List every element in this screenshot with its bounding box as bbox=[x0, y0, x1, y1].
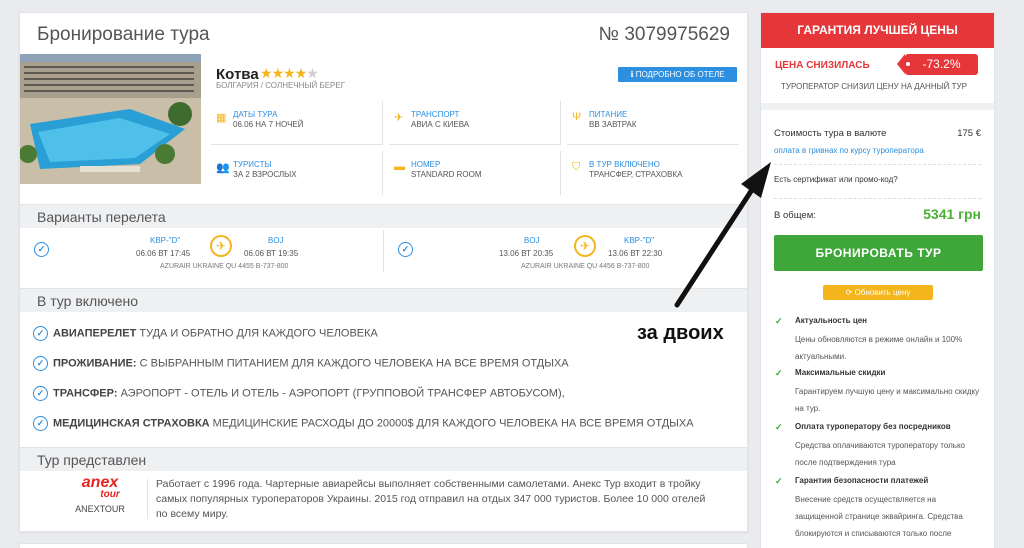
tag-dot-icon bbox=[906, 62, 910, 66]
check-icon: ✓ bbox=[775, 476, 783, 486]
star-filled-icon: ★ bbox=[283, 65, 296, 81]
people-icon: 👥 bbox=[216, 162, 230, 174]
food-icon: Ψ bbox=[572, 111, 582, 123]
hotel-location: БОЛГАРИЯ / СОЛНЕЧНЫЙ БЕРЕГ bbox=[216, 81, 346, 90]
hotel-details-button[interactable]: ℹ ПОДРОБНО ОБ ОТЕЛЕ bbox=[618, 67, 737, 82]
divider bbox=[761, 103, 994, 110]
annotation-text: за двоих bbox=[637, 322, 724, 344]
hotel-details-label: ПОДРОБНО ОБ ОТЕЛЕ bbox=[635, 70, 725, 79]
discount-badge: -73.2% bbox=[897, 54, 978, 75]
hotel-stars: ★★★★★ bbox=[260, 65, 319, 82]
cost-label: Стоимость тура в валюте bbox=[774, 128, 887, 139]
anextour-logo[interactable]: anex tour ANEXTOUR bbox=[50, 475, 150, 518]
next-panel-edge bbox=[19, 543, 748, 548]
uah-payment-link[interactable]: оплата в гривнах по курсу туроператора bbox=[774, 146, 924, 155]
plane-icon: ✈ bbox=[394, 112, 404, 124]
promo-code-link[interactable]: Есть сертификат или промо-код? bbox=[774, 175, 898, 184]
refresh-icon: ⟳ bbox=[845, 288, 853, 297]
total-label: В общем: bbox=[774, 210, 816, 221]
plane-icon: ✈ bbox=[574, 235, 596, 257]
star-filled-icon: ★ bbox=[271, 65, 285, 81]
bed-icon: ▬ bbox=[394, 161, 405, 173]
included-item: ✓ ПРОЖИВАНИЕ: С ВЫБРАННЫМ ПИТАНИЕМ ДЛЯ КА… bbox=[33, 356, 569, 371]
included-item: ✓ ТРАНСФЕР: АЭРОПОРТ - ОТЕЛЬ И ОТЕЛЬ - АЭ… bbox=[33, 386, 565, 401]
refresh-price-button[interactable]: ⟳ Обновить цену bbox=[823, 285, 933, 300]
check-icon[interactable]: ✓ bbox=[398, 242, 413, 257]
check-icon: ✓ bbox=[775, 316, 783, 326]
hotel-photo[interactable] bbox=[20, 54, 201, 184]
flights-section-header: Варианты перелета bbox=[20, 204, 747, 228]
operator-name: ANEXTOUR bbox=[75, 504, 125, 514]
calendar-icon: ▦ bbox=[216, 112, 227, 124]
annotation-arrow-icon bbox=[674, 162, 771, 308]
included-item: ✓ АВИАПЕРЕЛЕТ ТУДА И ОБРАТНО ДЛЯ КАЖДОГО … bbox=[33, 326, 378, 341]
info-cell-food: Ψ ПИТАНИЕ BB ЗАВТРАК bbox=[567, 101, 739, 145]
check-icon: ✓ bbox=[33, 326, 48, 341]
page-title: Бронирование тура bbox=[37, 24, 210, 45]
total-price: 5341 грн bbox=[923, 206, 981, 222]
divider bbox=[147, 479, 148, 519]
check-icon[interactable]: ✓ bbox=[34, 242, 49, 257]
booking-header: Бронирование тура № 3079975629 bbox=[20, 13, 747, 59]
star-filled-icon: ★ bbox=[260, 65, 273, 81]
tour-info-grid: ▦ ДАТЫ ТУРА 06.06 НА 7 НОЧЕЙ ✈ ТРАНСПОРТ… bbox=[211, 101, 739, 197]
check-icon: ✓ bbox=[33, 386, 48, 401]
operator-lowered-text: ТУРОПЕРАТОР СНИЗИЛ ЦЕНУ НА ДАННЫЙ ТУР bbox=[781, 82, 967, 91]
book-tour-button[interactable]: БРОНИРОВАТЬ ТУР bbox=[774, 235, 983, 271]
operator-description: Работает с 1996 года. Чартерные авиарейс… bbox=[156, 478, 706, 520]
included-section-header: В тур включено bbox=[20, 288, 747, 312]
divider bbox=[774, 164, 981, 165]
pricing-panel: ГАРАНТИЯ ЛУЧШЕЙ ЦЕНЫ ЦЕНА СНИЗИЛАСЬ -73.… bbox=[760, 12, 995, 548]
included-title: В тур включено bbox=[37, 293, 138, 309]
star-filled-icon: ★ bbox=[294, 65, 308, 81]
check-icon: ✓ bbox=[775, 422, 783, 432]
flights-title: Варианты перелета bbox=[37, 209, 166, 225]
operator-section-header: Тур представлен bbox=[20, 447, 747, 471]
star-empty-icon: ★ bbox=[306, 65, 319, 81]
check-icon: ✓ bbox=[33, 356, 48, 371]
price-dropped-label: ЦЕНА СНИЗИЛАСЬ bbox=[775, 60, 870, 71]
check-icon: ✓ bbox=[33, 416, 48, 431]
plane-icon: ✈ bbox=[210, 235, 232, 257]
divider bbox=[774, 198, 981, 199]
included-item: ✓ МЕДИЦИНСКАЯ СТРАХОВКА МЕДИЦИНСКИЕ РАСХО… bbox=[33, 416, 694, 431]
booking-panel: Бронирование тура № 3079975629 Котва ★★★… bbox=[19, 12, 748, 532]
best-price-guarantee: ГАРАНТИЯ ЛУЧШЕЙ ЦЕНЫ bbox=[761, 13, 994, 48]
info-icon: ℹ bbox=[630, 70, 634, 79]
info-cell-tourists: 👥 ТУРИСТЫ ЗА 2 ВЗРОСЛЫХ bbox=[211, 151, 383, 195]
info-cell-dates: ▦ ДАТЫ ТУРА 06.06 НА 7 НОЧЕЙ bbox=[211, 101, 383, 145]
shield-icon: ⛉ bbox=[572, 161, 581, 173]
info-cell-transport: ✈ ТРАНСПОРТ АВИА С КИЕВА bbox=[389, 101, 561, 145]
cost-value: 175 € bbox=[957, 128, 981, 139]
info-cell-room: ▬ НОМЕР STANDARD ROOM bbox=[389, 151, 561, 195]
operator-title: Тур представлен bbox=[37, 452, 147, 468]
check-icon: ✓ bbox=[775, 368, 783, 378]
flight-option-outbound[interactable]: ✓ KBP-"D" 06.06 ВТ 17:45 ✈ BOJ 06.06 ВТ … bbox=[20, 230, 384, 272]
order-number: № 3079975629 bbox=[598, 24, 730, 45]
